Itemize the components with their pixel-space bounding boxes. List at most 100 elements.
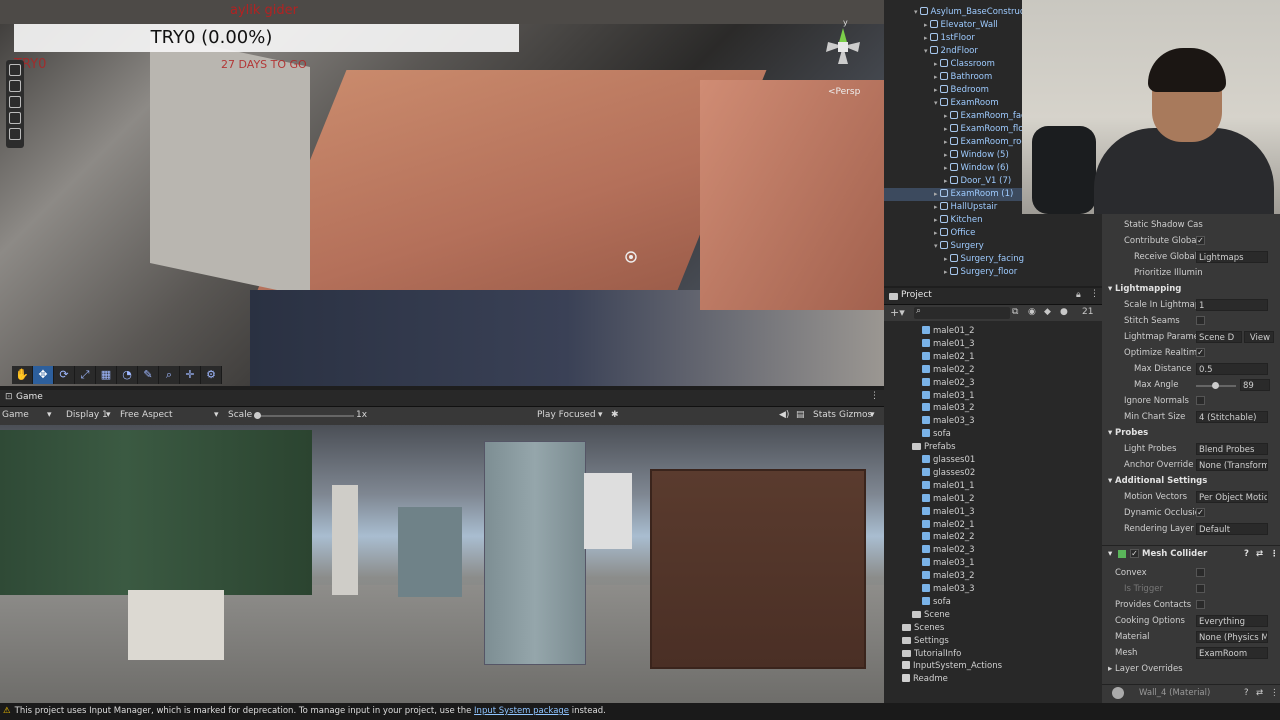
collapsed-arrow-icon[interactable]: ▸ xyxy=(934,216,938,224)
collapsed-arrow-icon[interactable]: ▸ xyxy=(944,268,948,276)
collapsed-arrow-icon[interactable]: ▸ xyxy=(944,255,948,263)
collapsed-arrow-icon[interactable]: ▸ xyxy=(944,138,948,146)
project-item[interactable]: male02_1 xyxy=(922,519,975,532)
project-search-input[interactable]: ⌕ xyxy=(914,306,1010,319)
game-view[interactable] xyxy=(0,425,884,703)
lightmap-params-dropdown[interactable]: Scene D xyxy=(1196,331,1242,343)
move-tool-icon[interactable] xyxy=(9,64,21,76)
project-item[interactable]: TutorialInfo xyxy=(902,648,961,661)
collapsed-arrow-icon[interactable]: ▸ xyxy=(934,203,938,211)
expand-arrow-icon[interactable]: ▾ xyxy=(924,47,928,55)
help-icon[interactable]: ? xyxy=(1244,546,1249,562)
project-item[interactable]: male03_2 xyxy=(922,570,975,583)
project-item[interactable]: male03_3 xyxy=(922,415,975,428)
view-tool-icon[interactable]: ✋ xyxy=(12,366,33,384)
anchor-override-field[interactable]: None (Transform) xyxy=(1196,459,1268,471)
expand-arrow-icon[interactable]: ▾ xyxy=(934,242,938,250)
project-item[interactable]: Scenes xyxy=(902,622,944,635)
collapsed-arrow-icon[interactable]: ▸ xyxy=(934,73,938,81)
mesh-collider-component[interactable]: ▾ ✓ Mesh Collider ? ⇄ ⋮ xyxy=(1102,545,1280,562)
contribute-gi-checkbox[interactable]: ✓ xyxy=(1196,236,1205,245)
project-item[interactable]: male03_2 xyxy=(922,402,975,415)
project-item[interactable]: male02_2 xyxy=(922,364,975,377)
snap-overlay-icon[interactable]: ◔ xyxy=(117,366,138,384)
collapsed-arrow-icon[interactable]: ▸ xyxy=(944,164,948,172)
cooking-options-dropdown[interactable]: Everything xyxy=(1196,615,1268,627)
probes-section[interactable]: ▾ Probes xyxy=(1102,425,1280,441)
mesh-collider-enabled-checkbox[interactable]: ✓ xyxy=(1130,549,1139,558)
project-item[interactable]: InputSystem_Actions xyxy=(902,660,1002,673)
project-item[interactable]: male03_1 xyxy=(922,390,975,403)
aspect-dropdown[interactable]: Free Aspect xyxy=(120,410,173,420)
game-mode-dropdown[interactable]: Game xyxy=(2,410,29,420)
project-item[interactable]: Settings xyxy=(902,635,949,648)
more-options-icon[interactable]: ⋮ xyxy=(1090,289,1099,299)
project-item[interactable]: male02_3 xyxy=(922,377,975,390)
stats-button[interactable]: Stats xyxy=(813,410,836,420)
preset-icon[interactable]: ⇄ xyxy=(1256,546,1263,562)
pivot-overlay-icon[interactable]: ✎ xyxy=(138,366,159,384)
motion-vectors-dropdown[interactable]: Per Object Motion xyxy=(1196,491,1268,503)
project-item[interactable]: male02_1 xyxy=(922,351,975,364)
mesh-field[interactable]: ExamRoom xyxy=(1196,647,1268,659)
min-chart-size-dropdown[interactable]: 4 (Stitchable) xyxy=(1196,411,1268,423)
project-item[interactable]: glasses02 xyxy=(922,467,975,480)
collapsed-arrow-icon[interactable]: ▸ xyxy=(944,112,948,120)
dynamic-occlusion-checkbox[interactable]: ✓ xyxy=(1196,508,1205,517)
type-filter-icon[interactable]: ◉ xyxy=(1028,307,1036,317)
collapsed-arrow-icon[interactable]: ▸ xyxy=(944,177,948,185)
stitch-seams-checkbox[interactable] xyxy=(1196,316,1205,325)
preset-icon[interactable]: ⇄ xyxy=(1256,685,1263,701)
project-item[interactable]: sofa xyxy=(922,428,951,441)
project-item[interactable]: male01_3 xyxy=(922,506,975,519)
lightmapping-section[interactable]: ▾ Lightmapping xyxy=(1102,281,1280,297)
display-dropdown[interactable]: Display 1 xyxy=(66,410,108,420)
gizmos-button[interactable]: Gizmos xyxy=(839,410,872,420)
lock-icon[interactable]: 🔒︎ xyxy=(1076,290,1081,300)
transform-tool-icon[interactable] xyxy=(9,128,21,140)
hierarchy-item[interactable]: ▸ Surgery_floor xyxy=(884,266,1102,279)
material-component[interactable]: Wall_4 (Material) ? ⇄ ⋮ xyxy=(1102,684,1280,701)
max-angle-slider-handle[interactable] xyxy=(1212,382,1219,389)
project-item[interactable]: Readme xyxy=(902,673,948,686)
grid-overlay-icon[interactable]: ▦ xyxy=(96,366,117,384)
collapsed-arrow-icon[interactable]: ▸ xyxy=(934,190,938,198)
optimize-realtime-checkbox[interactable]: ✓ xyxy=(1196,348,1205,357)
filter-icon[interactable]: ⧉ xyxy=(1012,307,1018,317)
project-tab[interactable]: Project xyxy=(901,290,932,300)
expand-arrow-icon[interactable]: ▾ xyxy=(934,99,938,107)
component-menu-icon[interactable]: ⋮ xyxy=(1270,546,1279,562)
more-options-icon[interactable]: ⋮ xyxy=(870,391,879,401)
component-menu-icon[interactable]: ⋮ xyxy=(1270,685,1279,701)
zoom-overlay-icon[interactable]: ⌕ xyxy=(159,366,180,384)
view-button[interactable]: View xyxy=(1244,331,1274,343)
project-item[interactable]: male03_3 xyxy=(922,583,975,596)
collapsed-arrow-icon[interactable]: ▸ xyxy=(934,60,938,68)
layer-overrides-section[interactable]: ▸ Layer Overrides xyxy=(1102,661,1280,677)
hierarchy-item[interactable]: ▾ Surgery xyxy=(884,240,1102,253)
provides-contacts-checkbox[interactable] xyxy=(1196,600,1205,609)
max-distance-input[interactable]: 0.5 xyxy=(1196,363,1268,375)
hierarchy-item[interactable]: ▸ Office xyxy=(884,227,1102,240)
collapsed-arrow-icon[interactable]: ▸ xyxy=(944,151,948,159)
stats-overlay-icon[interactable]: ▤ xyxy=(796,410,805,420)
status-message[interactable]: This project uses Input Manager, which i… xyxy=(15,706,472,716)
scale-overlay-icon[interactable]: ⤢ xyxy=(75,366,96,384)
additional-settings-section[interactable]: ▾ Additional Settings xyxy=(1102,473,1280,489)
hierarchy-item[interactable]: ▸ Kitchen xyxy=(884,214,1102,227)
convex-checkbox[interactable] xyxy=(1196,568,1205,577)
play-mode-dropdown[interactable]: Play Focused xyxy=(537,410,596,420)
rendering-layer-dropdown[interactable]: Default xyxy=(1196,523,1268,535)
rotate-overlay-icon[interactable]: ⟳ xyxy=(54,366,75,384)
center-overlay-icon[interactable]: ✛ xyxy=(180,366,201,384)
rect-tool-icon[interactable] xyxy=(9,112,21,124)
settings-overlay-icon[interactable]: ⚙ xyxy=(201,366,222,384)
project-item[interactable]: male02_3 xyxy=(922,544,975,557)
ignore-normals-checkbox[interactable] xyxy=(1196,396,1205,405)
max-angle-input[interactable]: 89 xyxy=(1240,379,1270,391)
collapsed-arrow-icon[interactable]: ▸ xyxy=(944,125,948,133)
project-item[interactable]: Scene xyxy=(912,609,950,622)
project-item[interactable]: male01_3 xyxy=(922,338,975,351)
move-overlay-icon[interactable]: ✥ xyxy=(33,366,54,384)
scene-view[interactable]: aylik gider TRY0 (0.00%) 27 DAYS TO GO T… xyxy=(0,0,884,386)
